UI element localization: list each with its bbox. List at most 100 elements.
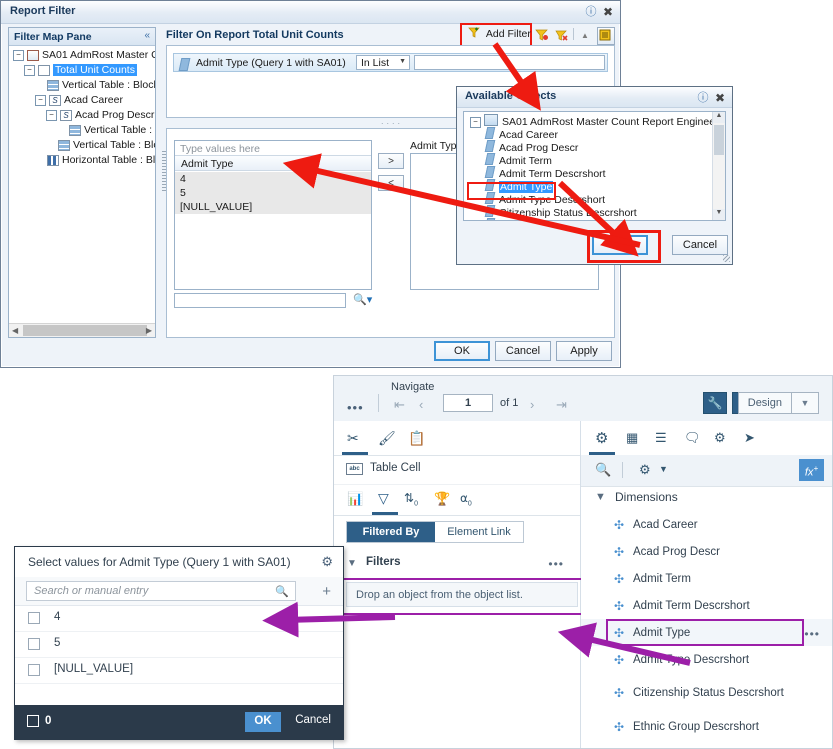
resize-grip[interactable]: [723, 255, 730, 262]
move-left-button[interactable]: <: [378, 175, 404, 191]
expand-all-icon[interactable]: [597, 27, 615, 45]
dimension-item[interactable]: ✣ Ethnic Group Descrshort: [581, 713, 832, 740]
lov-row[interactable]: 5: [175, 186, 371, 200]
search-input[interactable]: Search or manual entry 🔍: [26, 581, 296, 601]
previous-page-icon[interactable]: ‹: [419, 397, 423, 412]
tree-expander[interactable]: −: [46, 109, 57, 121]
tree-item[interactable]: Vertical Table : Block1: [9, 78, 155, 93]
filter-icon[interactable]: ▽: [378, 490, 389, 507]
apply-button[interactable]: Apply: [556, 341, 612, 361]
tree-item[interactable]: Horizontal Table : Block2: [9, 153, 155, 168]
available-objects-scrollbar[interactable]: ▲ ▼: [712, 112, 725, 220]
chart-format-icon[interactable]: 📊: [347, 491, 363, 507]
dimension-item[interactable]: ✣ Acad Career: [581, 511, 832, 538]
page-number-input[interactable]: 1: [443, 394, 493, 412]
chevron-down-icon[interactable]: ▼: [659, 464, 668, 474]
remove-filter-icon[interactable]: [555, 28, 569, 42]
operator-dropdown[interactable]: In List ▼: [356, 55, 410, 70]
chevron-down-icon[interactable]: ▼: [347, 558, 357, 569]
gear-icon[interactable]: ⚙: [321, 554, 333, 570]
available-object-item[interactable]: Admit Term Descrshort: [464, 166, 712, 180]
find-icon[interactable]: 🔍▾: [353, 293, 372, 306]
ranking-icon[interactable]: 🏆: [434, 491, 450, 507]
scroll-left-icon[interactable]: ◀: [12, 326, 18, 335]
tree-item[interactable]: Vertical Table : Ta: [9, 123, 155, 138]
clipboard-panel-icon[interactable]: 📋: [408, 430, 425, 447]
list-icon[interactable]: ☰: [655, 430, 667, 446]
share-icon[interactable]: ➤: [744, 430, 755, 446]
more-options-icon[interactable]: •••: [347, 400, 364, 415]
filter-dropzone[interactable]: Drop an object from the object list.: [346, 582, 578, 607]
available-objects-cancel-button[interactable]: Cancel: [672, 235, 728, 255]
design-mode-button[interactable]: Design: [737, 392, 792, 414]
last-page-icon[interactable]: ⇥: [556, 397, 567, 413]
tree-item[interactable]: − Total Unit Counts: [9, 63, 155, 78]
available-object-item[interactable]: Acad Prog Descr: [464, 140, 712, 154]
value-row[interactable]: 5: [15, 631, 343, 658]
more-options-icon[interactable]: •••: [548, 557, 564, 571]
tree-item[interactable]: − S Acad Career: [9, 93, 155, 108]
lov-row[interactable]: 4: [175, 172, 371, 186]
tree-expander[interactable]: −: [13, 49, 24, 61]
chevron-down-icon[interactable]: ▼: [792, 392, 819, 414]
select-values-cancel-button[interactable]: Cancel: [295, 714, 331, 726]
dimensions-header[interactable]: ▼ Dimensions: [581, 486, 832, 511]
ok-button[interactable]: OK: [434, 341, 490, 361]
dimension-item[interactable]: ✣ Citizenship Status Descrshort: [581, 673, 832, 713]
close-icon[interactable]: ✖: [601, 5, 615, 19]
break-icon[interactable]: ⍺0: [460, 491, 472, 507]
move-right-button[interactable]: >: [378, 153, 404, 169]
cancel-button[interactable]: Cancel: [495, 341, 551, 361]
dimension-item[interactable]: ✣ Admit Term Descrshort: [581, 592, 832, 619]
available-object-item[interactable]: Citizenship Status Descrshort: [464, 205, 712, 219]
tree-item[interactable]: Vertical Table : Block: [9, 138, 155, 153]
plus-icon[interactable]: +: [322, 583, 331, 600]
help-icon[interactable]: ⓘ: [696, 91, 710, 105]
tab-filtered-by[interactable]: Filtered By: [347, 522, 435, 542]
comments-icon[interactable]: 🗨: [684, 430, 701, 446]
available-objects-root[interactable]: − SA01 AdmRost Master Count Report Engine…: [464, 114, 725, 128]
filter-value-input[interactable]: [414, 55, 605, 70]
collapse-chevrons-icon[interactable]: «: [144, 30, 150, 41]
available-objects-ok-button[interactable]: OK: [592, 235, 648, 255]
edit-filter-icon[interactable]: [535, 28, 549, 42]
scroll-right-icon[interactable]: ▶: [146, 326, 152, 335]
scrollbar-thumb[interactable]: [714, 125, 724, 155]
tree-expander[interactable]: −: [24, 64, 35, 76]
first-page-icon[interactable]: ⇤: [394, 397, 405, 413]
create-formula-button[interactable]: fx+: [799, 459, 824, 481]
tree-item[interactable]: − S Acad Prog Descr: [9, 108, 155, 123]
structure-icon[interactable]: ▦: [626, 430, 638, 446]
scroll-up-icon[interactable]: ▲: [713, 112, 725, 123]
move-up-icon[interactable]: ▲: [581, 31, 589, 40]
select-values-ok-button[interactable]: OK: [245, 712, 281, 732]
settings-icon[interactable]: ⚙: [714, 430, 726, 446]
next-page-icon[interactable]: ›: [530, 397, 534, 412]
dimension-item[interactable]: ✣ Admit Type Descrshort: [581, 646, 832, 673]
search-icon[interactable]: 🔍: [275, 585, 289, 598]
available-object-item[interactable]: Acad Career: [464, 127, 712, 141]
help-icon[interactable]: ⓘ: [584, 5, 598, 19]
available-object-item[interactable]: Ethnic Group Descrshort: [464, 218, 712, 220]
add-filter-button[interactable]: Add Filter: [463, 25, 536, 43]
search-icon[interactable]: 🔍: [595, 462, 611, 478]
scrollbar-thumb[interactable]: [23, 325, 147, 336]
format-tools-icon[interactable]: ✂: [347, 430, 359, 447]
gear-icon[interactable]: ⚙: [639, 462, 651, 478]
tab-element-link[interactable]: Element Link: [435, 522, 523, 542]
type-values-input[interactable]: Type values here: [175, 141, 371, 156]
lov-resize-grip[interactable]: [162, 151, 166, 191]
value-checkbox[interactable]: [28, 638, 40, 650]
dimension-item[interactable]: ✣ Acad Prog Descr: [581, 538, 832, 565]
value-row[interactable]: 4: [15, 605, 343, 632]
value-checkbox[interactable]: [28, 612, 40, 624]
tree-expander[interactable]: −: [35, 94, 46, 106]
value-checkbox[interactable]: [28, 664, 40, 676]
highlight-icon[interactable]: 🖌: [378, 430, 396, 447]
tree-item[interactable]: − SA01 AdmRost Master Count Rep: [9, 48, 155, 63]
value-row[interactable]: [NULL_VALUE]: [15, 657, 343, 684]
lov-search-input[interactable]: [174, 293, 346, 308]
horizontal-scrollbar[interactable]: ◀ ▶: [9, 323, 155, 337]
available-object-item[interactable]: Admit Term: [464, 153, 712, 167]
objects-icon[interactable]: ⚙: [595, 429, 608, 447]
